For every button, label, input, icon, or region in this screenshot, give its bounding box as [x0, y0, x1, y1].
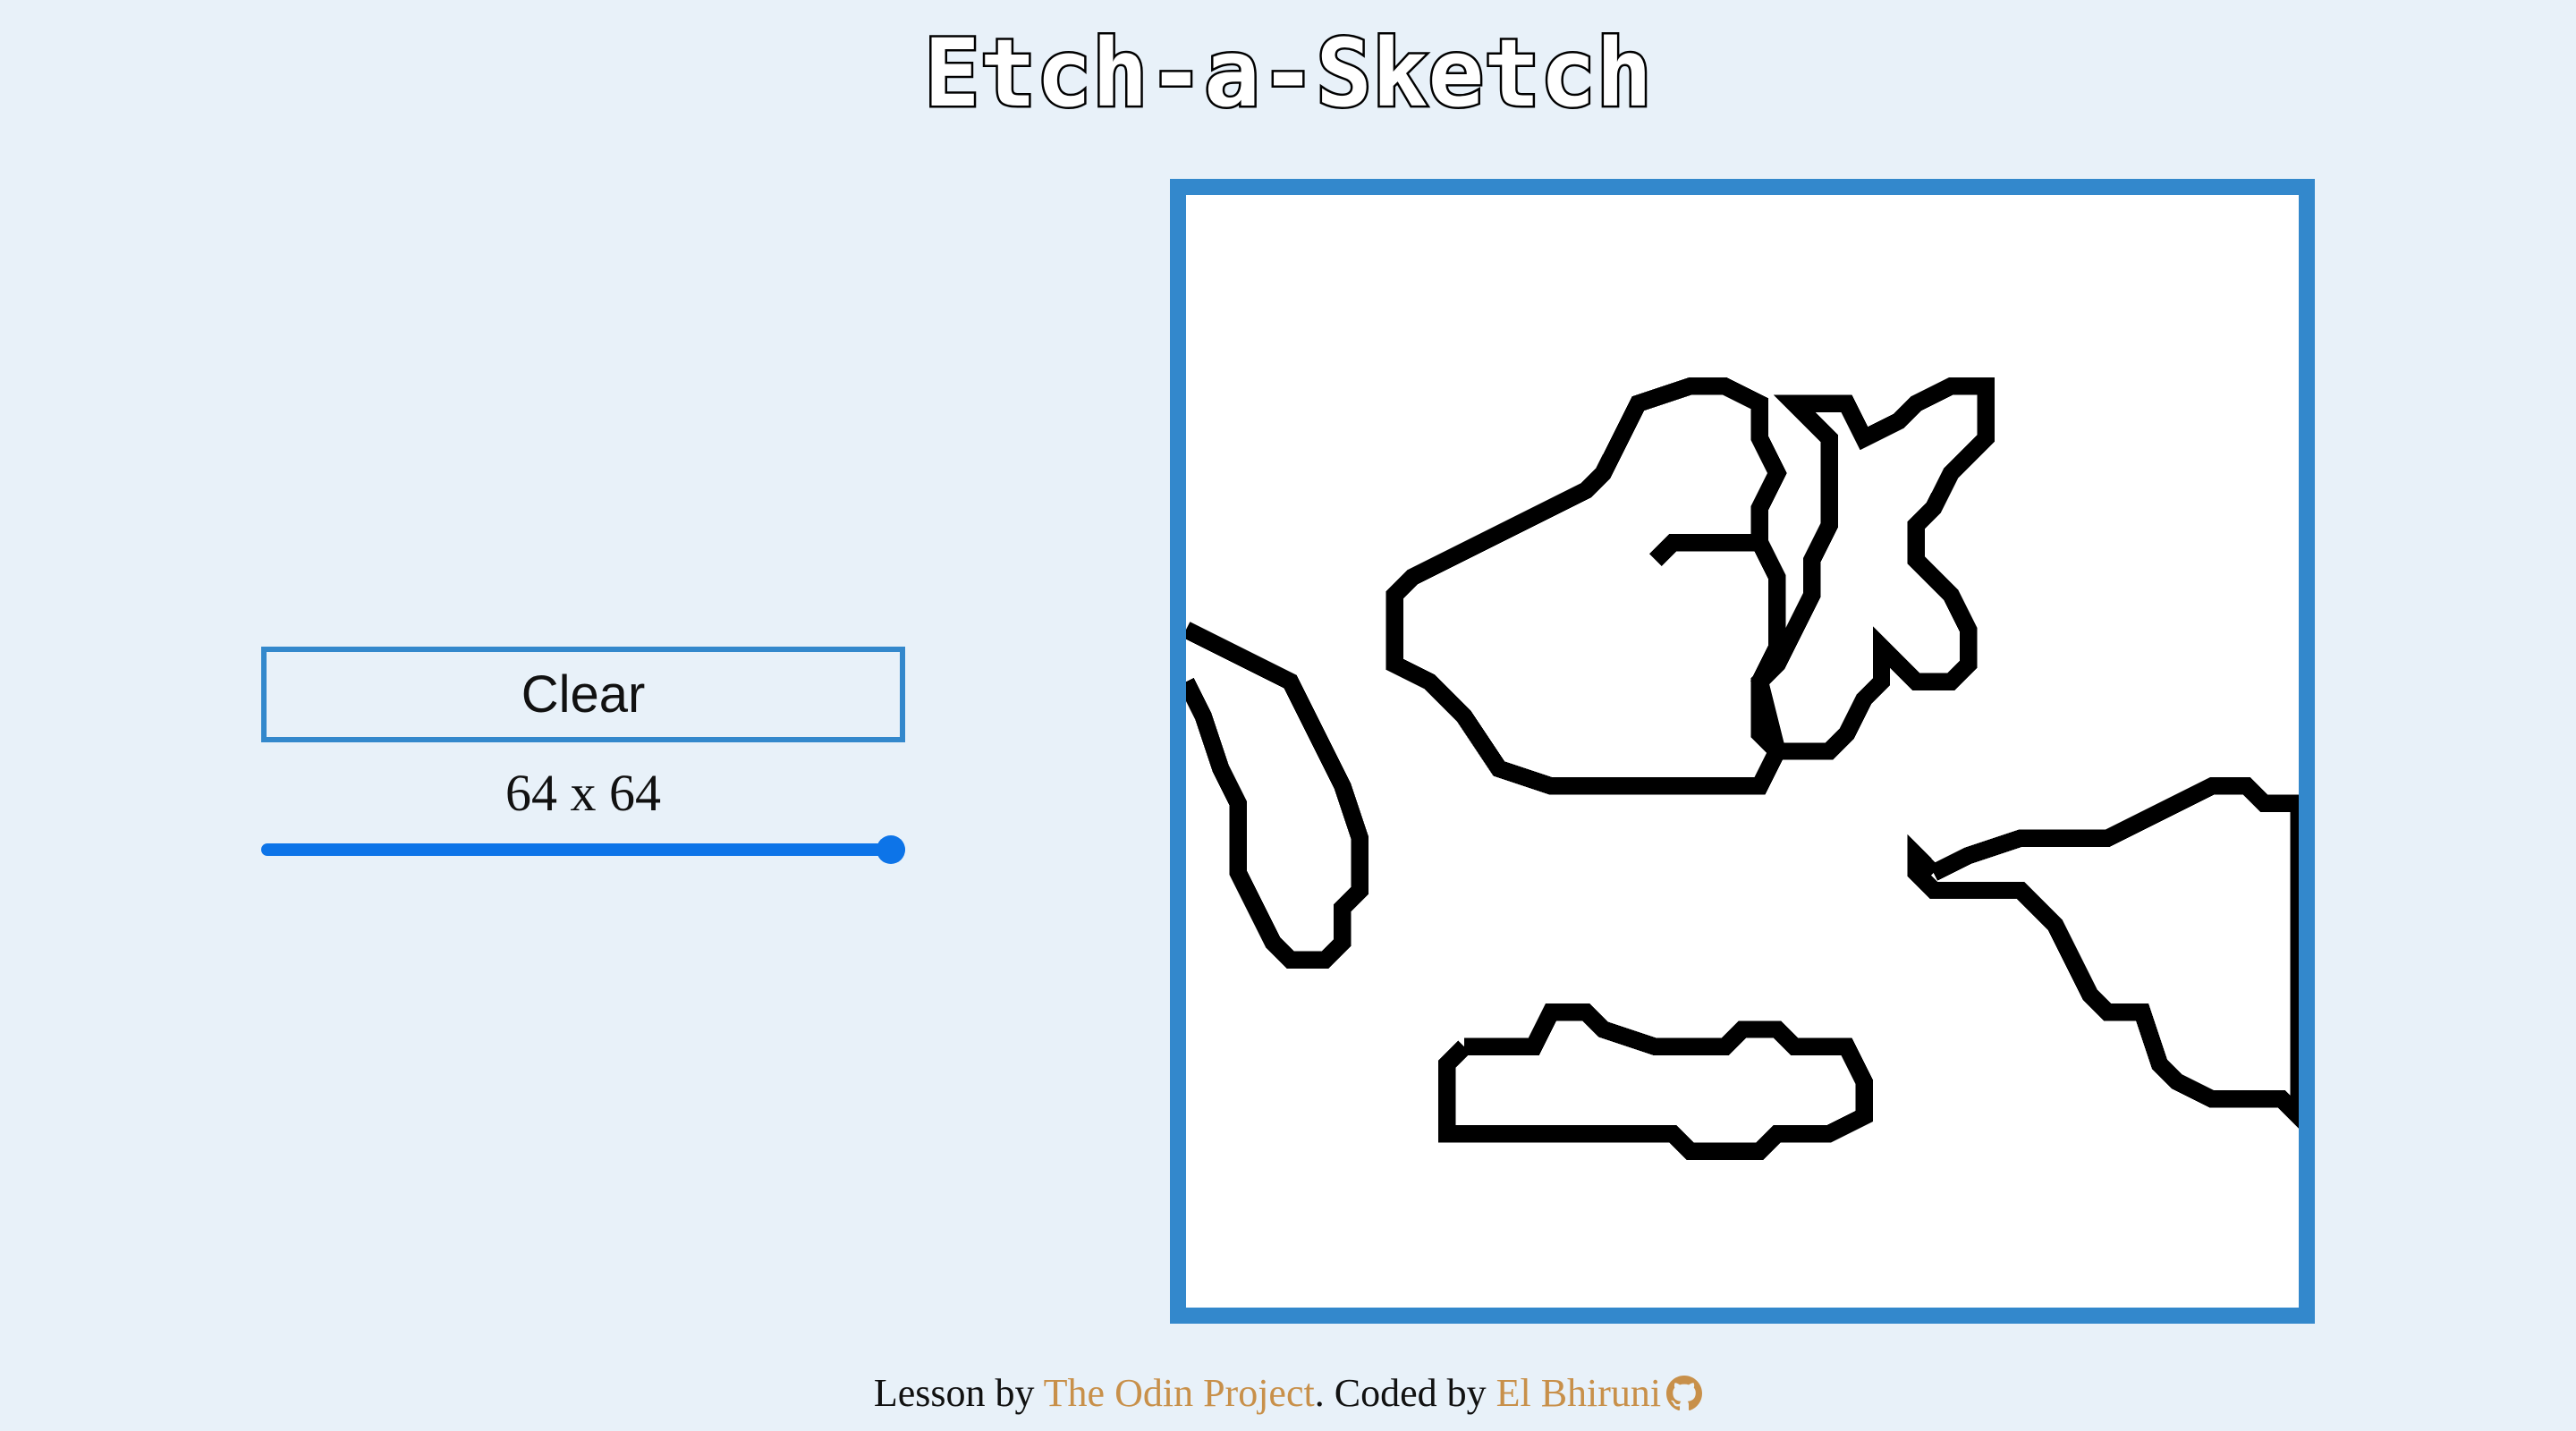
controls-panel: Clear 64 x 64	[261, 647, 905, 866]
sketch-stroke-1	[1385, 377, 1787, 795]
page-title-text: Etch-a-Sketch	[924, 19, 1652, 128]
page-title: Etch-a-Sketch	[922, 17, 1655, 131]
grid-size-slider[interactable]	[261, 830, 905, 866]
sketch-stroke-4	[1437, 1003, 1873, 1160]
footer-lesson-prefix: Lesson by	[873, 1371, 1044, 1415]
footer-coded-prefix: . Coded by	[1314, 1371, 1496, 1415]
odin-project-link[interactable]: The Odin Project	[1044, 1371, 1315, 1415]
footer: Lesson by The Odin Project. Coded by El …	[0, 1368, 2576, 1424]
slider-track[interactable]	[261, 843, 905, 856]
sketch-board[interactable]	[1170, 179, 2315, 1324]
clear-button[interactable]: Clear	[261, 647, 905, 742]
author-link[interactable]: El Bhiruni	[1496, 1371, 1662, 1415]
sketch-stroke-5	[1907, 777, 2299, 1129]
sketch-stroke-2	[1750, 377, 1995, 760]
sketch-stroke-3	[1186, 622, 1369, 969]
github-icon[interactable]	[1666, 1374, 1703, 1424]
page-title-container: Etch-a-Sketch	[0, 16, 2576, 141]
sketch-canvas[interactable]	[1186, 195, 2299, 1308]
slider-thumb[interactable]	[877, 835, 905, 864]
grid-size-label: 64 x 64	[505, 764, 661, 822]
